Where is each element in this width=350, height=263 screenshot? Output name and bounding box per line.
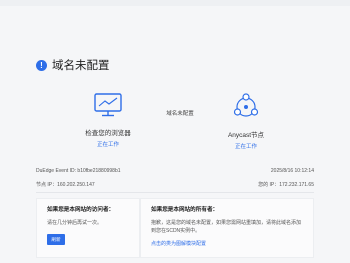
refresh-button[interactable]: 刷新 (47, 234, 65, 245)
anycast-node: Anycast节点 正在工作 (206, 92, 286, 150)
browser-status: 正在工作 (96, 142, 119, 148)
event-id: DuEdge Event ID: b10fbe21880998b1 (36, 168, 121, 174)
anycast-label: Anycast节点 (227, 132, 265, 139)
top-bar (0, 0, 350, 6)
visitor-message: 请在几分钟后再试一次。 (47, 220, 103, 226)
divider (36, 192, 314, 193)
owner-message: 抱歉，这是您的域名未配置，如果您需网站重填加，请将此域名添加到您在SCDN实例中… (151, 220, 302, 234)
info-icon: ! (36, 59, 47, 71)
owner-panel: 如果您是本网站的所有者： 抱歉，这是您的域名未配置，如果您需网站重填加，请将此域… (140, 198, 314, 258)
visitor-panel: 如果您是本网站的访问者： 请在几分钟后再试一次。 刷新 (36, 198, 140, 258)
browser-monitor-icon (94, 93, 122, 117)
browser-node: 检查您的浏览器 正在工作 (68, 92, 148, 148)
event-datetime: 2025/8/16 10:12:14 (270, 168, 314, 174)
config-help-link[interactable]: 点击的类为图解模块配置 (151, 240, 303, 247)
anycast-status: 正在工作 (234, 144, 257, 150)
browser-label: 检查您的浏览器 (85, 130, 131, 137)
node-ip: 节点 IP：160.202.250.147 (36, 182, 95, 188)
your-ip: 您的 IP：172.232.171.65 (258, 182, 314, 188)
visitor-heading: 如果您是本网站的访问者： (47, 207, 115, 213)
network-nodes-icon (233, 93, 259, 117)
owner-heading: 如果您是本网站的所有者： (151, 207, 219, 213)
page-title: 域名未配置 (52, 60, 110, 72)
page-header: ! 域名未配置 (36, 57, 110, 73)
middle-status-label: 域名未配置 (166, 111, 194, 117)
